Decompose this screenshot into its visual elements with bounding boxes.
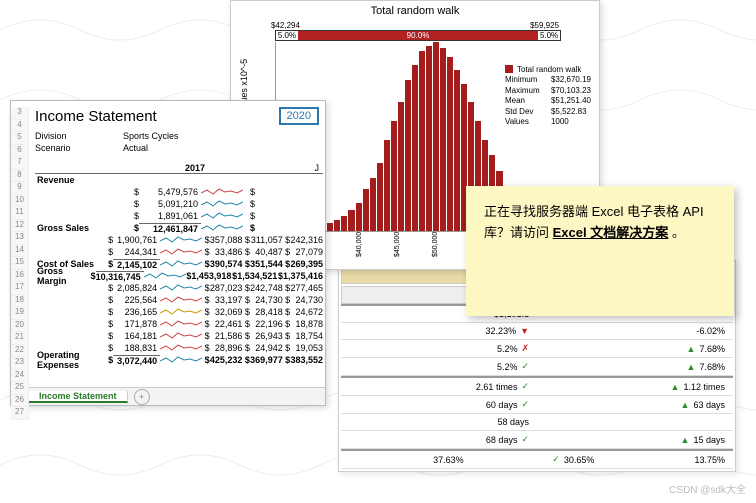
sticky-note: 正在寻找服务器端 Excel 电子表格 API 库？请访问 Excel 文档解决…	[466, 186, 734, 316]
year-selector[interactable]: 2020	[279, 107, 319, 125]
row-number: 21	[11, 332, 29, 345]
x-tick: $40,000	[356, 247, 363, 257]
row-number: 19	[11, 307, 29, 320]
group-header: Revenue	[35, 174, 323, 186]
data-row[interactable]: $225,564$33,197$24,730$24,730	[35, 294, 323, 306]
data-row[interactable]: $5,091,210$	[35, 198, 323, 210]
row-number: 27	[11, 407, 29, 420]
row-number: 7	[11, 157, 29, 170]
seg-mid: 90.0%	[298, 30, 538, 41]
kpi-row: 5.2% ✗▲ 7.68%	[341, 340, 733, 358]
legend-stat: Std Dev$5,522.83	[505, 107, 591, 117]
row-number: 24	[11, 370, 29, 383]
bar	[440, 48, 446, 231]
legend-stat: Values1000	[505, 117, 591, 127]
row-number: 4	[11, 120, 29, 133]
bar	[398, 102, 404, 231]
legend-stat: Mean$51,251.40	[505, 96, 591, 106]
bar	[334, 220, 340, 231]
bar	[454, 70, 460, 231]
tab-income-statement[interactable]: Income Statement	[29, 391, 128, 403]
bar	[363, 189, 369, 231]
row-number: 15	[11, 257, 29, 270]
seg-left: 5.0%	[275, 30, 298, 41]
row-number: 11	[11, 207, 29, 220]
kpi-row: 60 days ✓▲ 63 days	[341, 396, 733, 414]
row-number: 18	[11, 295, 29, 308]
row-number: 12	[11, 220, 29, 233]
sticky-text-post: 。	[672, 225, 685, 240]
year-col: 2017	[135, 163, 255, 173]
chart-title: Total random walk	[231, 1, 599, 21]
bar	[412, 65, 418, 231]
division-value: Sports Cycles	[123, 131, 179, 141]
scenario-label: Scenario	[35, 143, 93, 153]
sheet-title: Income Statement	[35, 108, 157, 125]
bar	[370, 178, 376, 231]
legend-stat: Minimum$32,670.19	[505, 75, 591, 85]
bar	[348, 210, 354, 231]
scenario-value: Actual	[123, 143, 148, 153]
x-tick: $45,000	[394, 247, 401, 257]
bar	[426, 46, 432, 231]
watermark: CSDN @sdk大全	[669, 481, 746, 496]
bar	[447, 57, 453, 231]
legend-swatch	[505, 65, 513, 73]
income-statement-sheet[interactable]: 3456789101112131415161718192021222324252…	[10, 100, 326, 406]
kpi-row: 58 days	[341, 414, 733, 431]
chart-percentile-bar: 5.0% 90.0% 5.0%	[275, 30, 561, 40]
data-row[interactable]: $1,900,761$357,088$311,057$242,316	[35, 234, 323, 246]
row-number: 26	[11, 395, 29, 408]
row-headers: 3456789101112131415161718192021222324252…	[11, 107, 29, 420]
kpi-row: 68 days ✓▲ 15 days	[341, 431, 733, 449]
total-row[interactable]: Gross Sales$12,461,847$	[35, 222, 323, 234]
row-number: 16	[11, 270, 29, 283]
row-number: 25	[11, 382, 29, 395]
bar	[341, 216, 347, 231]
x-tick: $50,000	[432, 247, 439, 257]
kpi-row: 32.23% ▼ -6.02%	[341, 323, 733, 340]
chart-legend: Total random walk Minimum$32,670.19Maxim…	[503, 63, 593, 129]
kpi-row: 2.61 times ✓▲ 1.12 times	[341, 378, 733, 396]
row-number: 10	[11, 195, 29, 208]
bar	[405, 80, 411, 231]
year-col2: J	[255, 163, 323, 173]
legend-name: Total random walk	[517, 65, 581, 75]
row-number: 17	[11, 282, 29, 295]
data-row[interactable]: $5,479,576$	[35, 186, 323, 198]
sheet-tabs: Income Statement +	[29, 387, 325, 405]
row-number: 9	[11, 182, 29, 195]
division-label: Division	[35, 131, 93, 141]
bar	[327, 223, 333, 231]
bar	[377, 163, 383, 231]
data-row[interactable]: $164,181$21,586$26,943$18,754	[35, 330, 323, 342]
row-number: 3	[11, 107, 29, 120]
total-row[interactable]: Gross Margin$10,316,745$1,453,918$1,534,…	[35, 270, 323, 282]
row-number: 8	[11, 170, 29, 183]
data-row[interactable]: $236,165$32,069$28,418$24,672	[35, 306, 323, 318]
bar	[356, 203, 362, 231]
data-row[interactable]: $1,891,061$	[35, 210, 323, 222]
data-row[interactable]: $244,341$33,486$40,487$27,079	[35, 246, 323, 258]
row-number: 5	[11, 132, 29, 145]
row-number: 23	[11, 357, 29, 370]
seg-right: 5.0%	[538, 30, 561, 41]
row-number: 22	[11, 345, 29, 358]
bar	[433, 42, 439, 231]
bar	[384, 140, 390, 231]
data-row[interactable]: $171,878$22,461$22,196$18,878	[35, 318, 323, 330]
kpi-row: 37.63% ✓ 30.65%13.75%	[341, 451, 733, 469]
sticky-link[interactable]: Excel 文档解决方案	[553, 225, 669, 240]
row-number: 6	[11, 145, 29, 158]
legend-stat: Maximum$70,103.23	[505, 86, 591, 96]
row-number: 13	[11, 232, 29, 245]
row-number: 20	[11, 320, 29, 333]
row-number: 14	[11, 245, 29, 258]
total-row[interactable]: Operating Expenses$3,072,440$425,232$369…	[35, 354, 323, 366]
bar	[391, 121, 397, 231]
kpi-row: 5.2% ✓▲ 7.68%	[341, 358, 733, 376]
bar	[419, 51, 425, 231]
add-sheet-button[interactable]: +	[134, 389, 150, 405]
